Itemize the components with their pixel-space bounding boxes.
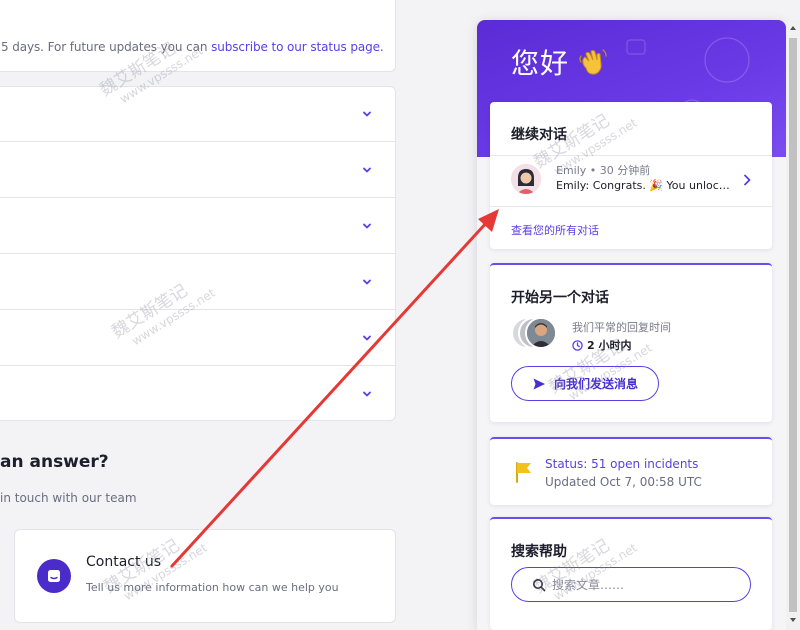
send-message-button[interactable]: 向我们发送消息 bbox=[511, 366, 659, 401]
search-icon bbox=[533, 579, 546, 592]
chevron-down-icon bbox=[363, 335, 371, 341]
clock-icon bbox=[572, 339, 583, 351]
start-conversation-panel: 开始另一个对话 我们平常的回复时间 2 小时内 向我们发送消息 bbox=[490, 263, 772, 422]
faq-row[interactable] bbox=[0, 255, 395, 310]
chevron-down-icon bbox=[363, 111, 371, 117]
search-box[interactable] bbox=[511, 567, 751, 602]
chevron-down-icon bbox=[363, 167, 371, 173]
chat-icon bbox=[37, 559, 71, 593]
recent-conversation[interactable]: Emily • 30 分钟前 Emily: Congrats. 🎉 You un… bbox=[490, 155, 772, 207]
scrollbar[interactable] bbox=[786, 20, 800, 630]
faq-row[interactable] bbox=[0, 311, 395, 366]
search-help-panel: 搜索帮助 bbox=[490, 517, 772, 630]
faq-row[interactable] bbox=[0, 143, 395, 198]
greeting-text: 您好 bbox=[511, 47, 570, 80]
start-title: 开始另一个对话 bbox=[511, 290, 609, 306]
chevron-down-icon bbox=[363, 391, 371, 397]
scroll-thumb[interactable] bbox=[789, 38, 797, 612]
reply-time-label: 我们平常的回复时间 bbox=[572, 321, 671, 334]
see-all-conversations-link[interactable]: 查看您的所有对话 bbox=[511, 222, 599, 238]
status-title: Status: 51 open incidents bbox=[545, 457, 699, 471]
search-help-title: 搜索帮助 bbox=[511, 544, 567, 560]
conversation-preview: Emily: Congrats. 🎉 You unlocked the new … bbox=[556, 179, 734, 192]
team-avatars bbox=[511, 317, 559, 353]
send-icon bbox=[533, 378, 545, 389]
chevron-down-icon bbox=[363, 279, 371, 285]
flag-icon bbox=[516, 462, 531, 483]
avatar bbox=[525, 317, 557, 349]
status-panel[interactable]: Status: 51 open incidents Updated Oct 7,… bbox=[490, 437, 772, 505]
waving-hand-icon bbox=[579, 49, 607, 75]
answer-heading: an answer? bbox=[0, 452, 109, 472]
search-input[interactable] bbox=[552, 577, 732, 593]
scroll-up-icon[interactable] bbox=[789, 24, 797, 32]
avatar bbox=[511, 164, 541, 194]
faq-list bbox=[0, 86, 396, 421]
faq-row[interactable] bbox=[0, 199, 395, 254]
messenger-widget: 您好 继续对话 Emily • 30 分钟前 Emily: Congrats. … bbox=[477, 20, 786, 630]
subscribe-status-link[interactable]: subscribe to our status page. bbox=[211, 40, 384, 54]
status-notice-text: 5 days. For future updates you can subsc… bbox=[1, 40, 384, 54]
contact-title: Contact us bbox=[86, 554, 162, 570]
reply-time-value: 2 小时内 bbox=[572, 337, 631, 353]
continue-conversation-panel: 继续对话 Emily • 30 分钟前 Emily: Congrats. 🎉 Y… bbox=[490, 102, 772, 249]
contact-subtitle: Tell us more information how can we help… bbox=[86, 581, 339, 594]
conversation-meta: Emily • 30 分钟前 bbox=[556, 164, 651, 177]
status-notice-card: 5 days. For future updates you can subsc… bbox=[0, 0, 396, 72]
chevron-down-icon bbox=[363, 223, 371, 229]
faq-row[interactable] bbox=[0, 367, 395, 422]
faq-row[interactable] bbox=[0, 87, 395, 142]
chevron-right-icon bbox=[744, 174, 751, 186]
contact-us-card[interactable]: Contact us Tell us more information how … bbox=[14, 529, 396, 623]
status-updated: Updated Oct 7, 00:58 UTC bbox=[545, 475, 702, 489]
answer-subheading: in touch with our team bbox=[0, 491, 137, 505]
continue-title: 继续对话 bbox=[511, 127, 567, 143]
scroll-down-icon[interactable] bbox=[789, 616, 797, 624]
